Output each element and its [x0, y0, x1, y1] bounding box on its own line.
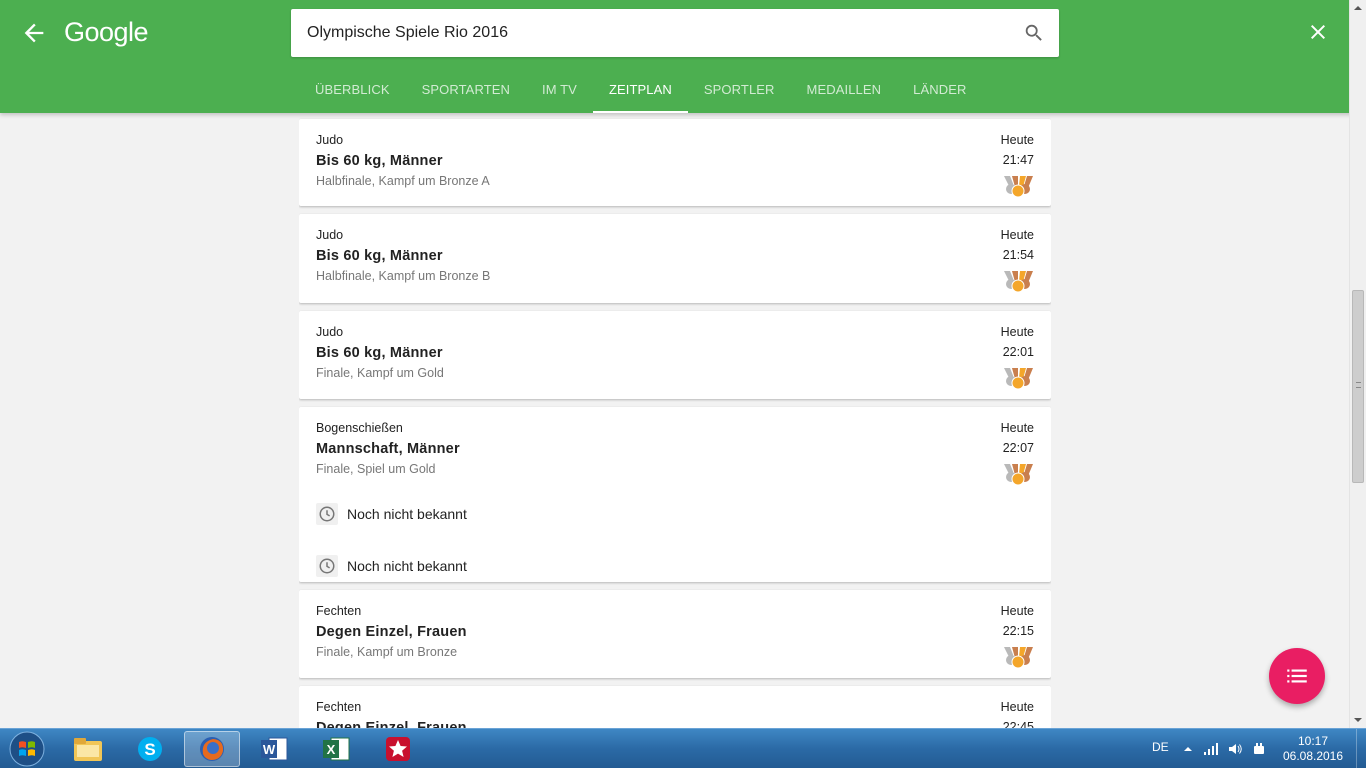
- list-icon: [1287, 669, 1307, 683]
- tab-medaillen[interactable]: MEDAILLEN: [791, 66, 898, 113]
- start-button[interactable]: [4, 730, 50, 768]
- event-time: 21:47: [1002, 153, 1034, 167]
- event-time: 22:07: [1002, 441, 1034, 455]
- schedule-card[interactable]: Fechten Degen Einzel, Frauen Finale, Kam…: [299, 590, 1051, 678]
- app-header: Google ÜBERBLICK SPORTARTEN IM TV ZEITPL…: [0, 0, 1366, 113]
- list-fab-button[interactable]: [1269, 648, 1325, 704]
- windows-logo-icon: [9, 731, 45, 767]
- event-day: Heute: [1000, 421, 1034, 435]
- svg-text:X: X: [327, 742, 336, 757]
- participant-label: Noch nicht bekannt: [347, 558, 467, 574]
- event-name: Degen Einzel, Frauen: [316, 720, 467, 728]
- event-day: Heute: [1000, 133, 1034, 147]
- taskbar-word[interactable]: W: [246, 731, 302, 767]
- firefox-icon: [200, 737, 224, 761]
- svg-text:W: W: [263, 742, 276, 757]
- clock-time: 10:17: [1297, 734, 1329, 748]
- sport-name: Fechten: [316, 700, 362, 714]
- schedule-list: Judo Bis 60 kg, Männer Halbfinale, Kampf…: [299, 113, 1051, 728]
- tab-im-tv[interactable]: IM TV: [526, 66, 593, 113]
- network-signal-icon[interactable]: [1203, 741, 1219, 757]
- vertical-scrollbar[interactable]: [1349, 0, 1366, 728]
- tab-bar: ÜBERBLICK SPORTARTEN IM TV ZEITPLAN SPOR…: [299, 66, 982, 113]
- medal-icon: [1004, 176, 1033, 198]
- event-day: Heute: [1000, 604, 1034, 618]
- medal-icon: [1004, 647, 1033, 669]
- folder-icon: [74, 738, 102, 761]
- search-input[interactable]: [307, 9, 1007, 57]
- event-phase: Finale, Kampf um Bronze: [316, 645, 458, 659]
- medal-icon: [1004, 464, 1033, 486]
- event-time: 22:15: [1002, 624, 1034, 638]
- sport-name: Judo: [316, 228, 344, 242]
- taskbar-explorer[interactable]: [60, 731, 116, 767]
- taskbar-skype[interactable]: S: [122, 731, 178, 767]
- event-phase: Halbfinale, Kampf um Bronze A: [316, 174, 490, 188]
- participant-label: Noch nicht bekannt: [347, 506, 467, 522]
- sport-name: Judo: [316, 133, 344, 147]
- event-name: Degen Einzel, Frauen: [316, 624, 467, 640]
- clock-date: 06.08.2016: [1282, 749, 1344, 763]
- google-logo[interactable]: Google: [64, 17, 149, 48]
- system-clock[interactable]: 10:17 06.08.2016: [1282, 734, 1344, 764]
- tab-zeitplan[interactable]: ZEITPLAN: [592, 66, 688, 113]
- sport-name: Bogenschießen: [316, 421, 403, 435]
- search-icon[interactable]: [1023, 22, 1045, 44]
- scroll-up-arrow-icon[interactable]: [1350, 0, 1366, 16]
- pokerstars-icon: [386, 737, 410, 761]
- clock-icon: [316, 555, 338, 577]
- event-phase: Finale, Spiel um Gold: [316, 462, 436, 476]
- medal-icon: [1004, 368, 1033, 390]
- event-time: 22:01: [1002, 345, 1034, 359]
- power-plug-icon[interactable]: [1251, 741, 1267, 757]
- event-name: Bis 60 kg, Männer: [316, 153, 443, 169]
- event-phase: Finale, Kampf um Gold: [316, 366, 444, 380]
- event-name: Bis 60 kg, Männer: [316, 248, 443, 264]
- scroll-down-arrow-icon[interactable]: [1350, 712, 1366, 728]
- taskbar-firefox[interactable]: [184, 731, 240, 767]
- tab-sportler[interactable]: SPORTLER: [688, 66, 791, 113]
- language-indicator[interactable]: DE: [1152, 740, 1169, 754]
- event-time: 22:45: [1002, 720, 1034, 728]
- show-desktop-button[interactable]: [1356, 729, 1366, 768]
- event-name: Bis 60 kg, Männer: [316, 345, 443, 361]
- participant-row: Noch nicht bekannt: [316, 488, 1034, 540]
- event-day: Heute: [1000, 325, 1034, 339]
- windows-taskbar: S W X DE 10:17 06.08.2016: [0, 728, 1366, 768]
- clock-icon: [316, 503, 338, 525]
- schedule-card[interactable]: Judo Bis 60 kg, Männer Halbfinale, Kampf…: [299, 214, 1051, 303]
- event-day: Heute: [1000, 700, 1034, 714]
- event-day: Heute: [1000, 228, 1034, 242]
- skype-icon: S: [138, 737, 162, 761]
- event-name: Mannschaft, Männer: [316, 441, 460, 457]
- volume-icon[interactable]: [1227, 741, 1243, 757]
- excel-icon: X: [323, 737, 350, 761]
- event-time: 21:54: [1002, 248, 1034, 262]
- svg-text:S: S: [144, 740, 155, 759]
- tab-laender[interactable]: LÄNDER: [897, 66, 982, 113]
- schedule-card[interactable]: Judo Bis 60 kg, Männer Finale, Kampf um …: [299, 311, 1051, 399]
- arrow-back-icon: [24, 23, 44, 43]
- scroll-thumb[interactable]: [1352, 290, 1364, 483]
- sport-name: Fechten: [316, 604, 362, 618]
- back-button[interactable]: [20, 18, 48, 48]
- event-phase: Halbfinale, Kampf um Bronze B: [316, 269, 491, 283]
- participant-row: Noch nicht bekannt: [316, 540, 1034, 592]
- close-icon: [1311, 25, 1325, 39]
- close-button[interactable]: [1306, 20, 1330, 44]
- tray-overflow-icon[interactable]: [1180, 741, 1196, 757]
- sport-name: Judo: [316, 325, 344, 339]
- schedule-card[interactable]: Judo Bis 60 kg, Männer Halbfinale, Kampf…: [299, 119, 1051, 206]
- tab-ueberblick[interactable]: ÜBERBLICK: [299, 66, 406, 113]
- taskbar-excel[interactable]: X: [308, 731, 364, 767]
- taskbar-pokerstars[interactable]: [370, 731, 426, 767]
- search-box: [291, 9, 1059, 57]
- medal-icon: [1004, 271, 1033, 293]
- schedule-card[interactable]: Bogenschießen Mannschaft, Männer Finale,…: [299, 407, 1051, 582]
- word-icon: W: [261, 737, 288, 761]
- tab-sportarten[interactable]: SPORTARTEN: [406, 66, 526, 113]
- schedule-card[interactable]: Fechten Degen Einzel, Frauen Heute 22:45: [299, 686, 1051, 728]
